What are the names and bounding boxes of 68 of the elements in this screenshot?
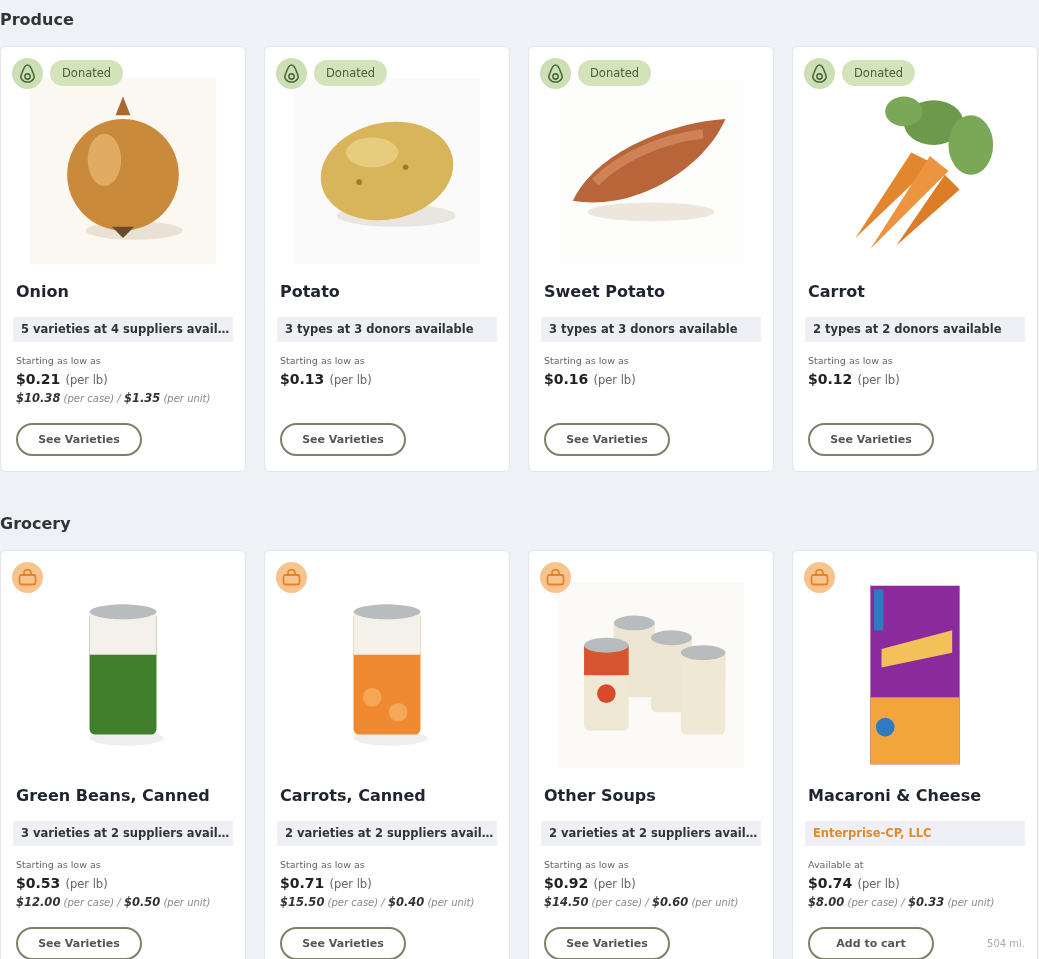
product-name: Onion (16, 281, 70, 303)
price: $0.16 (544, 371, 589, 387)
see-varieties-button[interactable]: See Varieties (16, 927, 142, 959)
avocado-icon (547, 64, 564, 83)
price: $0.74 (808, 875, 853, 891)
price-unit: (per lb) (857, 373, 900, 387)
price-unit: (per lb) (65, 877, 108, 891)
supplier-name: Enterprise-CP, LLC (805, 821, 1025, 846)
price: $0.71 (280, 875, 325, 891)
availability-summary: 3 types at 3 donors available (541, 317, 761, 342)
price-label: Starting as low as (16, 858, 102, 872)
price-label: Starting as low as (544, 354, 630, 368)
price-unit: (per lb) (857, 877, 900, 891)
shopping-bag-icon (282, 569, 301, 586)
availability-summary: 5 varieties at 4 suppliers avail… (13, 317, 233, 342)
price-unit: (per lb) (593, 373, 636, 387)
price-label: Starting as low as (544, 858, 630, 872)
availability-summary: 2 types at 2 donors available (805, 317, 1025, 342)
shopping-bag-icon (18, 569, 37, 586)
case-price: $10.38 (per case) / $1.35 (per unit) (16, 393, 211, 404)
product-name: Sweet Potato (544, 281, 667, 303)
price: $0.13 (280, 371, 325, 387)
case-price: $8.00 (per case) / $0.33 (per unit) (808, 897, 995, 908)
avocado-icon (283, 64, 300, 83)
availability-summary: 3 varieties at 2 suppliers avail… (13, 821, 233, 846)
shopping-bag-icon (546, 569, 565, 586)
avocado-icon (811, 64, 828, 83)
case-price: $15.50 (per case) / $0.40 (per unit) (280, 897, 475, 908)
price-label: Starting as low as (16, 354, 102, 368)
case-price: $12.00 (per case) / $0.50 (per unit) (16, 897, 211, 908)
section-heading: Grocery (0, 513, 72, 535)
donated-badge: Donated (842, 60, 916, 86)
price: $0.21 (16, 371, 61, 387)
price-label: Available at (808, 858, 865, 872)
price: $0.53 (16, 875, 61, 891)
see-varieties-button[interactable]: See Varieties (280, 927, 406, 959)
price-unit: (per lb) (329, 877, 372, 891)
product-name: Potato (280, 281, 341, 303)
price: $0.12 (808, 371, 853, 387)
section-heading: Produce (0, 9, 75, 31)
see-varieties-button[interactable]: See Varieties (280, 423, 406, 456)
donated-badge: Donated (578, 60, 652, 86)
add-to-cart-button[interactable]: Add to cart (808, 927, 934, 959)
price-unit: (per lb) (329, 373, 372, 387)
product-name: Macaroni & Cheese (808, 785, 983, 807)
avocado-icon (19, 64, 36, 83)
product-name: Other Soups (544, 785, 657, 807)
price-label: Starting as low as (280, 858, 366, 872)
price-unit: (per lb) (593, 877, 636, 891)
product-name: Green Beans, Canned (16, 785, 211, 807)
shopping-bag-icon (810, 569, 829, 586)
availability-summary: 3 types at 3 donors available (277, 317, 497, 342)
price: $0.92 (544, 875, 589, 891)
price-unit: (per lb) (65, 373, 108, 387)
price-label: Starting as low as (280, 354, 366, 368)
availability-summary: 2 varieties at 2 suppliers avail… (541, 821, 761, 846)
product-name: Carrots, Canned (280, 785, 427, 807)
see-varieties-button[interactable]: See Varieties (16, 423, 142, 456)
donated-badge: Donated (50, 60, 124, 86)
availability-summary: 2 varieties at 2 suppliers avail… (277, 821, 497, 846)
see-varieties-button[interactable]: See Varieties (544, 423, 670, 456)
see-varieties-button[interactable]: See Varieties (544, 927, 670, 959)
case-price: $14.50 (per case) / $0.60 (per unit) (544, 897, 739, 908)
see-varieties-button[interactable]: See Varieties (808, 423, 934, 456)
price-label: Starting as low as (808, 354, 894, 368)
product-name: Carrot (808, 281, 866, 303)
donated-badge: Donated (314, 60, 388, 86)
distance: 504 mi. (987, 937, 1025, 951)
